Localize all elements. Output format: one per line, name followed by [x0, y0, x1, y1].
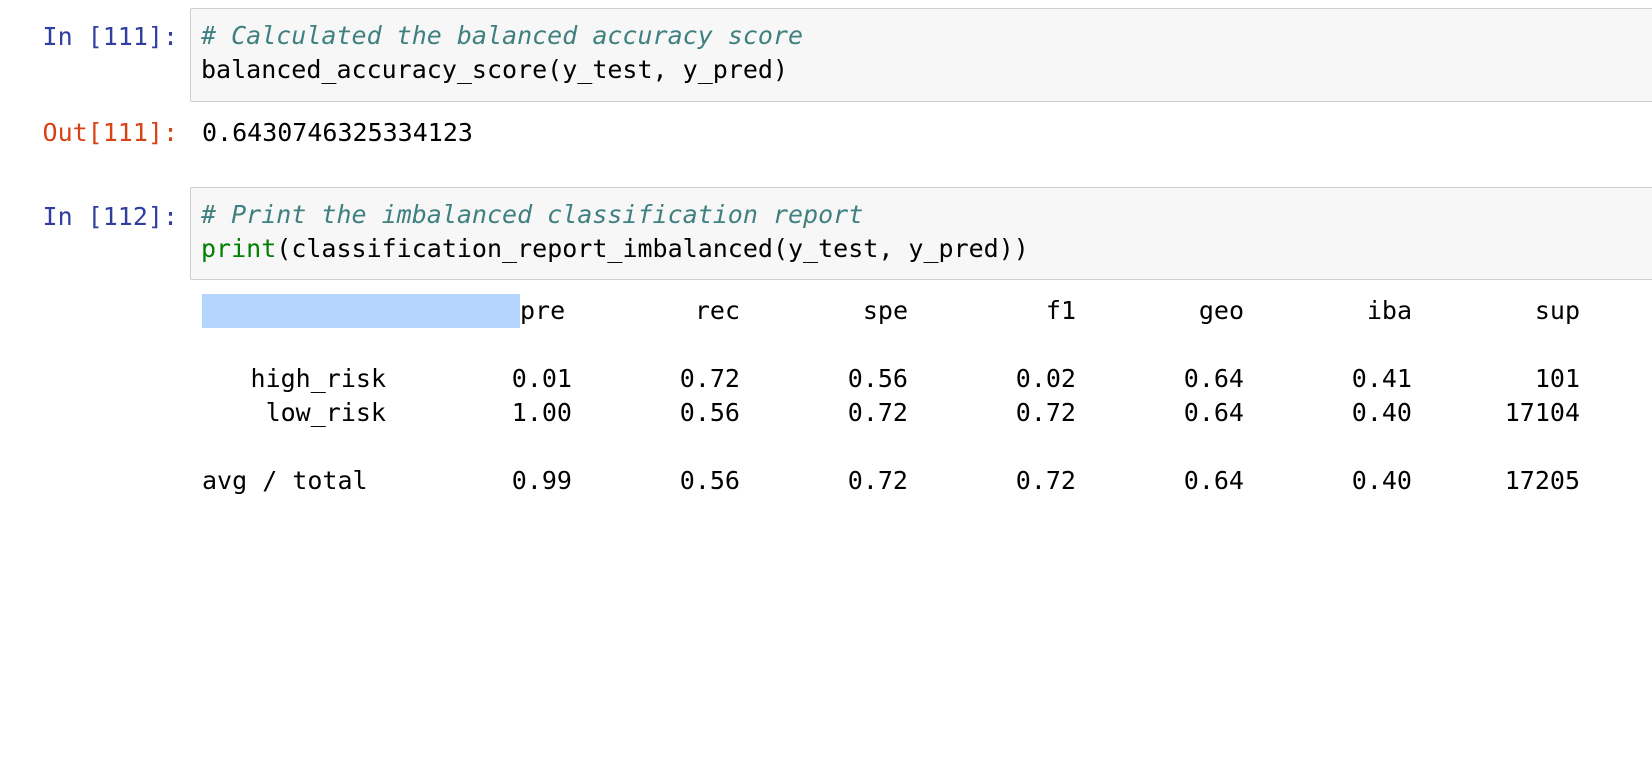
cell-rec: 0.56 [679, 466, 740, 495]
cell-spe: 0.56 [847, 364, 908, 393]
header-geo: geo [1198, 296, 1244, 325]
header-rec: rec [694, 296, 740, 325]
code-comment-line: # Calculated the balanced accuracy score [201, 21, 804, 50]
cell-geo: 0.64 [1183, 466, 1244, 495]
cell-f1: 0.72 [1015, 466, 1076, 495]
cell-pre: 0.99 [511, 466, 572, 495]
cell-rec: 0.56 [679, 398, 740, 427]
code-comment-line: # Print the imbalanced classification re… [201, 200, 864, 229]
cell-pre: 1.00 [511, 398, 572, 427]
cell-iba: 0.40 [1351, 398, 1412, 427]
cell-rec: 0.72 [679, 364, 740, 393]
report-row-low-risk: low_risk 1.00 0.56 0.72 0.72 0.64 0.40 1… [202, 396, 1582, 430]
cell-sup: 101 [1534, 364, 1580, 393]
report-row-high-risk: high_risk 0.01 0.72 0.56 0.02 0.64 0.41 … [202, 362, 1582, 396]
header-sup: sup [1534, 296, 1580, 325]
report-header-row: pre rec spe f1 geo iba sup [202, 294, 1582, 328]
header-pre: pre [520, 296, 566, 325]
in-prompt-111: In [111]: [42, 22, 178, 51]
header-iba: iba [1366, 296, 1412, 325]
code-input-111[interactable]: # Calculated the balanced accuracy score… [190, 8, 1652, 102]
row-label: high_risk [250, 364, 386, 393]
cell-f1: 0.72 [1015, 398, 1076, 427]
cell-spe: 0.72 [847, 398, 908, 427]
cell-sup: 17104 [1504, 398, 1580, 427]
code-input-112[interactable]: # Print the imbalanced classification re… [190, 187, 1652, 280]
row-label: low_risk [265, 398, 386, 427]
header-spe: spe [862, 296, 908, 325]
cell-iba: 0.41 [1351, 364, 1412, 393]
report-row-avg-total: avg / total 0.99 0.56 0.72 0.72 0.64 0.4… [202, 464, 1582, 498]
code-call: (classification_report_imbalanced(y_test… [276, 234, 1029, 263]
in-prompt-112: In [112]: [42, 202, 178, 231]
row-label: avg / total [202, 466, 368, 495]
out-prompt-111: Out[111]: [42, 118, 178, 147]
cell-f1: 0.02 [1015, 364, 1076, 393]
output-value: 0.6430746325334123 [202, 118, 473, 147]
code-line: print(classification_report_imbalanced(y… [201, 232, 1652, 266]
header-f1: f1 [1045, 296, 1076, 325]
cell-spe: 0.72 [847, 466, 908, 495]
cell-sup: 17205 [1504, 466, 1580, 495]
builtin-print: print [201, 234, 277, 263]
cell-geo: 0.64 [1183, 364, 1244, 393]
cell-pre: 0.01 [511, 364, 572, 393]
cell-iba: 0.40 [1351, 466, 1412, 495]
cell-geo: 0.64 [1183, 398, 1244, 427]
code-line: balanced_accuracy_score(y_test, y_pred) [201, 55, 788, 84]
